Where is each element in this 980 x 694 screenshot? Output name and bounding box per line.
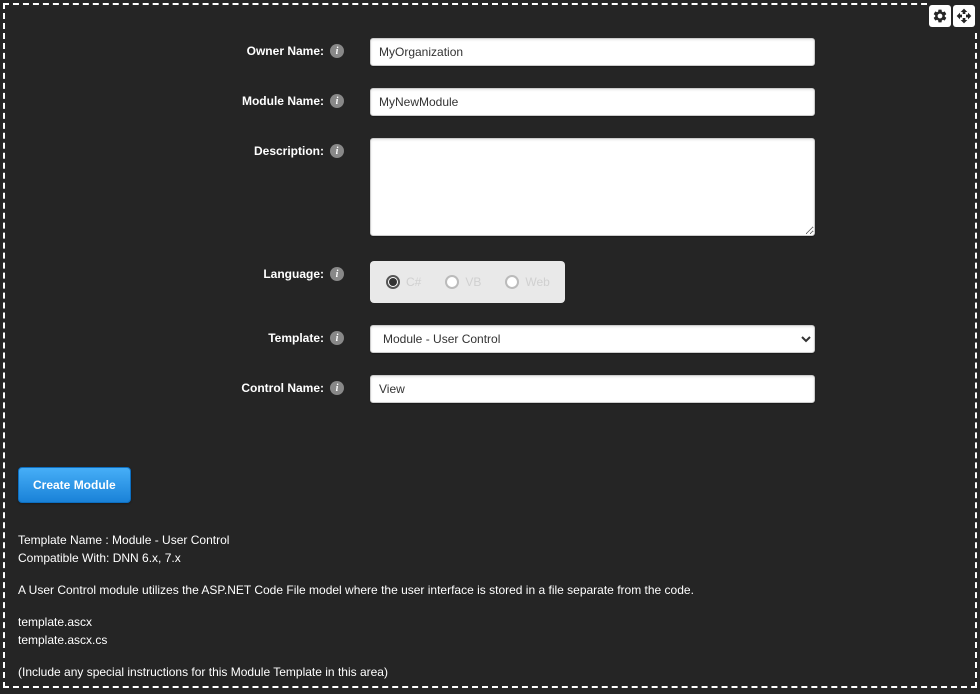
label-text: Module Name: <box>242 94 324 108</box>
control-name-row: Control Name: i <box>15 375 965 403</box>
radio-icon <box>386 275 400 289</box>
language-option-vb[interactable]: VB <box>445 275 481 289</box>
info-icon[interactable]: i <box>330 94 344 108</box>
radio-icon <box>505 275 519 289</box>
owner-name-row: Owner Name: i <box>15 38 965 66</box>
radio-label: VB <box>465 275 481 289</box>
language-label: Language: i <box>15 261 350 281</box>
template-info: Template Name : Module - User Control Co… <box>18 531 965 681</box>
label-text: Control Name: <box>241 381 324 395</box>
label-text: Description: <box>254 144 324 158</box>
owner-name-label: Owner Name: i <box>15 38 350 58</box>
description-row: Description: i <box>15 138 965 239</box>
radio-icon <box>445 275 459 289</box>
owner-name-input[interactable] <box>370 38 815 66</box>
module-name-row: Module Name: i <box>15 88 965 116</box>
module-form: Owner Name: i Module Name: i Description… <box>15 38 965 403</box>
panel-actions <box>927 3 977 29</box>
info-icon[interactable]: i <box>330 144 344 158</box>
info-icon[interactable]: i <box>330 267 344 281</box>
label-text: Template: <box>268 331 324 345</box>
info-icon[interactable]: i <box>330 381 344 395</box>
info-icon[interactable]: i <box>330 44 344 58</box>
language-row: Language: i C# VB Web <box>15 261 965 303</box>
template-row: Template: i Module - User Control <box>15 325 965 353</box>
module-name-label: Module Name: i <box>15 88 350 108</box>
module-name-input[interactable] <box>370 88 815 116</box>
settings-icon[interactable] <box>929 5 951 27</box>
control-name-label: Control Name: i <box>15 375 350 395</box>
create-module-button[interactable]: Create Module <box>18 467 131 503</box>
radio-label: Web <box>525 275 549 289</box>
label-text: Owner Name: <box>247 44 324 58</box>
template-select[interactable]: Module - User Control <box>370 325 815 353</box>
template-instructions-note: (Include any special instructions for th… <box>18 663 965 681</box>
template-name-text: Template Name : Module - User Control <box>18 531 965 549</box>
module-panel: Owner Name: i Module Name: i Description… <box>3 3 977 688</box>
language-option-csharp[interactable]: C# <box>386 275 421 289</box>
description-input[interactable] <box>370 138 815 236</box>
info-icon[interactable]: i <box>330 331 344 345</box>
radio-label: C# <box>406 275 421 289</box>
control-name-input[interactable] <box>370 375 815 403</box>
template-file-1: template.ascx <box>18 613 965 631</box>
template-description-text: A User Control module utilizes the ASP.N… <box>18 581 965 599</box>
description-label: Description: i <box>15 138 350 158</box>
move-icon[interactable] <box>953 5 975 27</box>
language-radio-group: C# VB Web <box>370 261 565 303</box>
template-label: Template: i <box>15 325 350 345</box>
label-text: Language: <box>263 267 324 281</box>
compatible-with-text: Compatible With: DNN 6.x, 7.x <box>18 549 965 567</box>
template-file-2: template.ascx.cs <box>18 631 965 649</box>
language-option-web[interactable]: Web <box>505 275 549 289</box>
